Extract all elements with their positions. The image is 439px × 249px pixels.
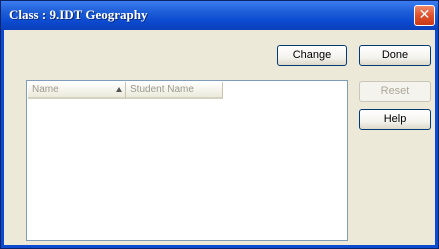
help-button[interactable]: Help [359, 109, 431, 130]
class-dialog-window: Class : 9.IDT Geography ✕ Change Done Re… [0, 0, 439, 249]
student-list[interactable]: Name Student Name [26, 80, 348, 241]
done-button[interactable]: Done [359, 45, 431, 66]
window-border-right [435, 30, 438, 248]
column-header-name[interactable]: Name [28, 82, 126, 99]
sort-ascending-icon [116, 87, 122, 92]
close-button[interactable]: ✕ [414, 5, 435, 26]
window-border-left [1, 30, 4, 248]
window-title: Class : 9.IDT Geography [9, 7, 148, 22]
close-icon: ✕ [418, 7, 431, 23]
window-border-bottom [1, 245, 438, 248]
column-header-student-name-label: Student Name [130, 84, 194, 95]
change-button[interactable]: Change [277, 45, 347, 66]
column-header-student-name[interactable]: Student Name [126, 82, 223, 99]
list-header: Name Student Name [28, 82, 223, 99]
column-header-name-label: Name [32, 84, 59, 95]
reset-button: Reset [359, 81, 431, 102]
title-bar[interactable]: Class : 9.IDT Geography ✕ [1, 1, 438, 30]
